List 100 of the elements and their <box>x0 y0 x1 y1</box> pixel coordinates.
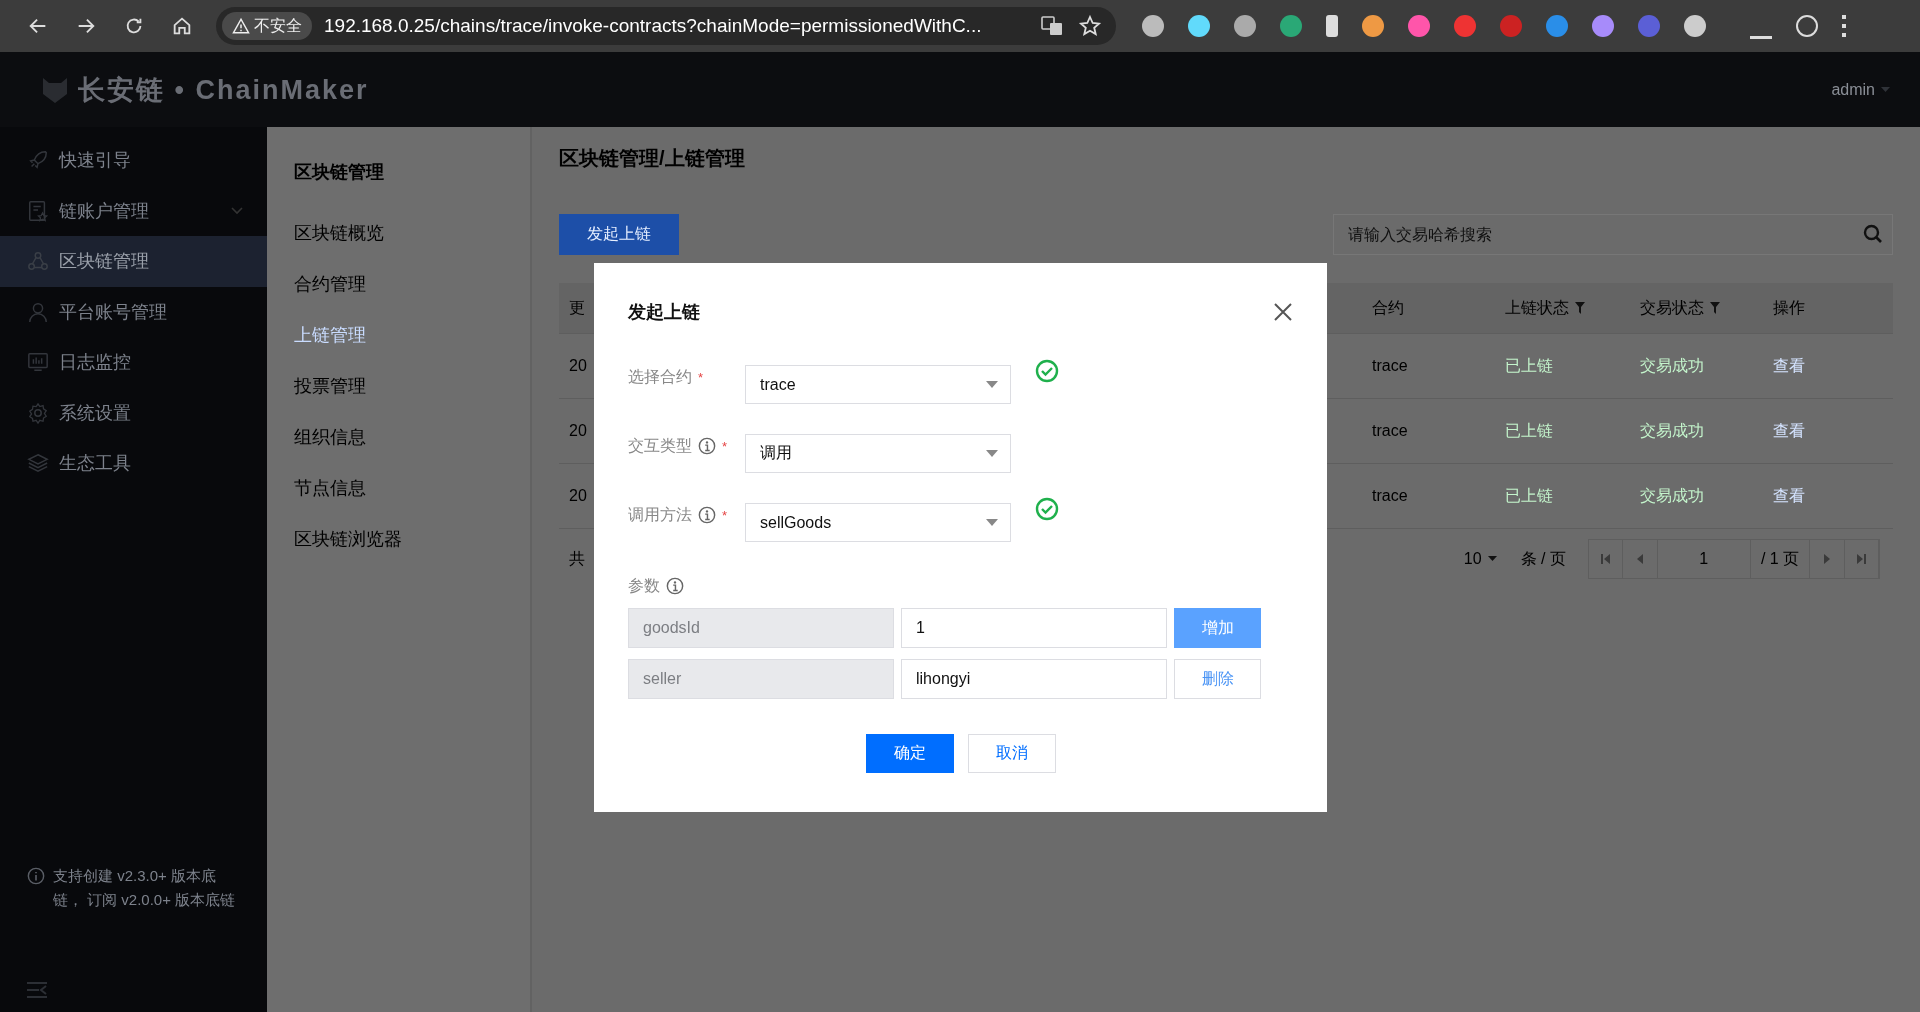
home-icon[interactable] <box>171 15 193 37</box>
field-label: 交互类型 <box>628 435 692 456</box>
extension-icon[interactable] <box>1142 15 1164 37</box>
total-text: 共 <box>569 548 585 569</box>
submenu-item[interactable]: 合约管理 <box>294 258 530 309</box>
submenu-item[interactable]: 节点信息 <box>294 462 530 513</box>
url-text: 192.168.0.25/chains/trace/invoke-contracts?chainMode=permissionedWithC... <box>324 15 983 37</box>
cancel-button[interactable]: 取消 <box>967 734 1056 773</box>
field-label: 选择合约 <box>628 366 692 387</box>
info-icon <box>698 437 716 455</box>
info-icon <box>27 867 45 885</box>
table-cell: trace <box>1372 422 1408 439</box>
status-text: 已上链 <box>1505 421 1553 439</box>
view-link[interactable]: 查看 <box>1773 421 1805 439</box>
user-icon <box>27 300 49 323</box>
status-text: 交易成功 <box>1640 356 1704 374</box>
rocket-icon <box>27 149 49 172</box>
status-text: 已上链 <box>1505 486 1553 504</box>
table-cell: 20 <box>569 422 587 439</box>
dropdown[interactable]: trace <box>745 365 1011 404</box>
required-mark: * <box>722 438 728 454</box>
search-icon <box>1863 224 1883 244</box>
caret-icon <box>1881 86 1890 93</box>
status-text: 交易成功 <box>1640 486 1704 504</box>
close-icon[interactable] <box>1273 302 1293 322</box>
profile-icon[interactable] <box>1796 15 1818 37</box>
nav-item[interactable]: 日志监控 <box>0 337 267 388</box>
caret-icon <box>986 449 998 458</box>
extension-icon[interactable] <box>1234 15 1256 37</box>
extension-icon[interactable] <box>1592 15 1614 37</box>
param-name-field[interactable]: goodsId <box>628 608 894 648</box>
translate-icon[interactable] <box>1040 14 1064 38</box>
nav-item[interactable]: 区块链管理 <box>0 236 267 287</box>
extension-icon[interactable] <box>1684 15 1706 37</box>
per-page-label: 条 / 页 <box>1520 548 1566 569</box>
info-icon <box>698 506 716 524</box>
nav-item[interactable]: 生态工具 <box>0 438 267 489</box>
column-header: 上链状态 <box>1505 297 1569 318</box>
dropdown[interactable]: 调用 <box>745 434 1011 473</box>
table-cell: 20 <box>569 357 587 374</box>
table-cell: trace <box>1372 357 1408 374</box>
extension-icon[interactable] <box>1188 15 1210 37</box>
menu-icon[interactable] <box>1842 15 1846 37</box>
gear-icon <box>27 401 49 424</box>
nav-item[interactable]: 平台账号管理 <box>0 286 267 337</box>
logo-text: 长安链 • ChainMaker <box>78 73 369 107</box>
submenu-item[interactable]: 组织信息 <box>294 411 530 462</box>
table-cell: 20 <box>569 487 587 504</box>
dropdown[interactable]: sellGoods <box>745 503 1011 542</box>
bookmark-star-icon[interactable] <box>1078 14 1102 38</box>
version-note: 支持创建 v2.3.0+ 版本底链， 订阅 v2.0.0+ 版本底链 <box>53 866 237 910</box>
view-link[interactable]: 查看 <box>1773 356 1805 374</box>
user-menu[interactable]: admin <box>1831 80 1890 99</box>
submenu-item[interactable]: 区块链浏览器 <box>294 513 530 564</box>
page-input[interactable]: 1 <box>1657 540 1751 578</box>
check-circle-icon <box>1035 359 1059 383</box>
submenu-title: 区块链管理 <box>294 161 385 184</box>
address-bar[interactable]: 不安全 192.168.0.25/chains/trace/invoke-contracts?chainMode=permissionedWithC... <box>216 7 1116 45</box>
param-value-field[interactable]: 1 <box>901 608 1167 648</box>
warning-icon <box>232 17 250 35</box>
required-mark: * <box>698 369 704 385</box>
status-text: 已上链 <box>1505 356 1553 374</box>
submenu-item[interactable]: 投票管理 <box>294 360 530 411</box>
security-chip[interactable]: 不安全 <box>222 12 312 40</box>
param-value-field[interactable]: lihongyi <box>901 659 1167 699</box>
column-header: 交易状态 <box>1640 297 1704 318</box>
nav-item[interactable]: 链账户管理 <box>0 185 267 236</box>
filter-icon[interactable] <box>1575 302 1585 314</box>
caret-icon <box>986 380 998 389</box>
add-button[interactable]: 增加 <box>1174 608 1261 648</box>
params-label: 参数 <box>628 575 660 596</box>
caret-icon <box>986 518 998 527</box>
extension-icon[interactable] <box>1546 15 1568 37</box>
monitor-icon <box>27 351 49 374</box>
status-text: 交易成功 <box>1640 421 1704 439</box>
layers-icon <box>27 452 49 475</box>
required-mark: * <box>722 507 728 523</box>
chevron-down-icon <box>231 206 243 215</box>
launch-button[interactable]: 发起上链 <box>559 214 679 255</box>
confirm-button[interactable]: 确定 <box>865 734 954 773</box>
view-link[interactable]: 查看 <box>1773 486 1805 504</box>
check-circle-icon <box>1035 497 1059 521</box>
param-name-field[interactable]: seller <box>628 659 894 699</box>
submenu-item[interactable]: 上链管理 <box>294 309 530 360</box>
page-total: / 1 页 <box>1759 548 1801 569</box>
extension-icon[interactable] <box>1362 15 1384 37</box>
nav-item[interactable]: 快速引导 <box>0 135 267 186</box>
field-label: 调用方法 <box>628 504 692 525</box>
extension-icon[interactable] <box>1280 15 1302 37</box>
delete-button[interactable]: 删除 <box>1174 659 1261 699</box>
nav-item[interactable]: 系统设置 <box>0 387 267 438</box>
nodes-icon <box>27 250 49 273</box>
search-field[interactable]: 请输入交易哈希搜索 <box>1333 214 1893 255</box>
table-cell: trace <box>1372 487 1408 504</box>
filter-icon[interactable] <box>1710 302 1720 314</box>
extension-icon[interactable] <box>1408 15 1430 37</box>
breadcrumb: 区块链管理/上链管理 <box>559 145 746 171</box>
column-header: 操作 <box>1773 297 1805 318</box>
submenu-item[interactable]: 区块链概览 <box>294 207 530 258</box>
page-size-select[interactable]: 10 <box>1463 550 1497 568</box>
